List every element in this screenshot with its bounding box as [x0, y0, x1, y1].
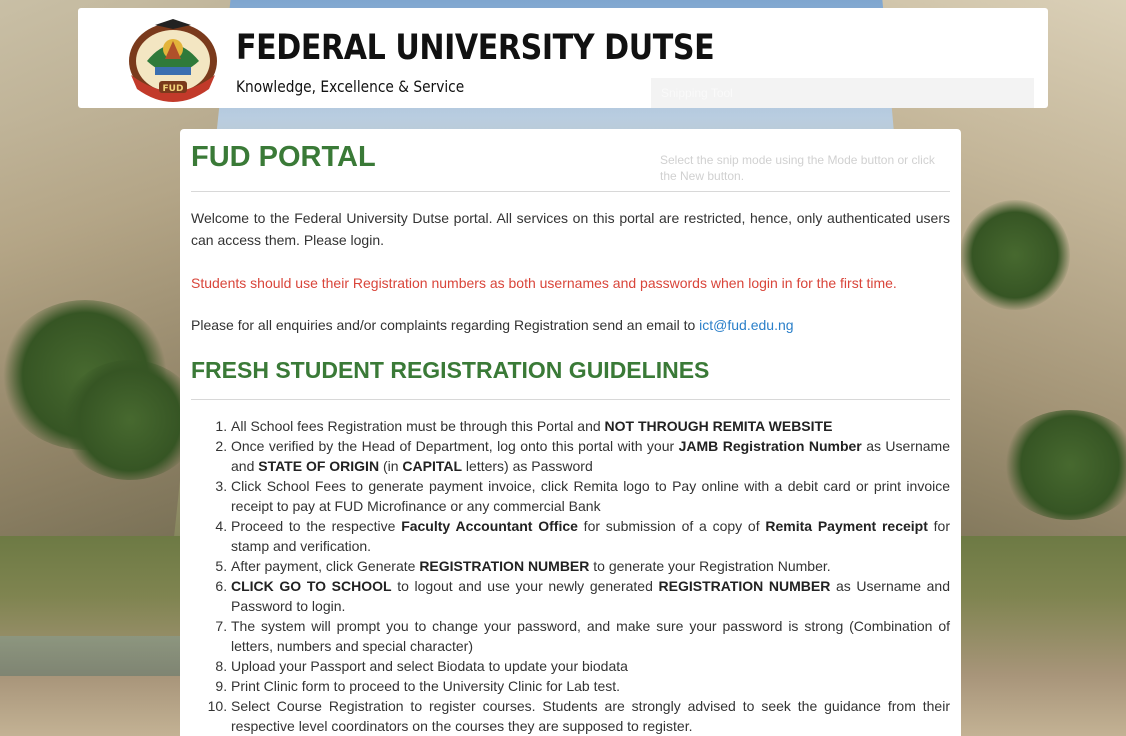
guideline-step-emphasis: JAMB Registration Number [678, 438, 862, 454]
background-water [0, 636, 200, 676]
guideline-step-emphasis: STATE OF ORIGIN [258, 458, 380, 474]
guideline-step-emphasis: REGISTRATION NUMBER [419, 558, 590, 574]
guidelines-list: All School fees Registration must be thr… [191, 416, 950, 736]
guideline-step: Print Clinic form to proceed to the Univ… [231, 676, 950, 696]
welcome-text: Welcome to the Federal University Dutse … [191, 210, 950, 248]
guidelines-divider [191, 399, 950, 400]
ghost-overlay-bar: Snipping Tool [651, 78, 1034, 108]
guideline-step-text: for submission of a copy of [577, 518, 766, 534]
registration-notice: Students should use their Registration n… [191, 275, 897, 291]
guideline-step: Click School Fees to generate payment in… [231, 476, 950, 516]
guideline-step-text: (in [379, 458, 403, 474]
guideline-step-emphasis: CLICK GO TO SCHOOL [231, 578, 392, 594]
site-motto: Knowledge, Excellence & Service [236, 77, 465, 96]
guideline-step: CLICK GO TO SCHOOL to logout and use you… [231, 576, 950, 616]
enquiry-email-link[interactable]: ict@fud.edu.ng [699, 317, 793, 333]
university-crest-icon: FUD [129, 19, 217, 102]
guideline-step: All School fees Registration must be thr… [231, 416, 950, 436]
guideline-step-text: Print Clinic form to proceed to the Univ… [231, 678, 621, 694]
guideline-step: Select Course Registration to register c… [231, 696, 950, 736]
guideline-step-text: Select Course Registration to register c… [231, 698, 950, 734]
guideline-step-emphasis: CAPITAL [402, 458, 463, 474]
page-title: FUD PORTAL [191, 141, 376, 173]
guideline-step-text: The system will prompt you to change you… [231, 618, 950, 654]
title-divider [191, 191, 950, 192]
guideline-step-emphasis: Faculty Accountant Office [401, 518, 578, 534]
guideline-step-text: letters) as Password [462, 458, 593, 474]
guideline-step-text: After payment, click Generate [231, 558, 420, 574]
guideline-step-text: All School fees Registration must be thr… [231, 418, 605, 434]
guidelines-title: FRESH STUDENT REGISTRATION GUIDELINES [191, 357, 710, 383]
logo-fud-text: FUD [163, 84, 184, 94]
guideline-step-emphasis: Remita Payment receipt [765, 518, 928, 534]
guideline-step: Once verified by the Head of Department,… [231, 436, 950, 476]
background-palm [60, 360, 200, 480]
site-title: FEDERAL UNIVERSITY DUTSE [236, 28, 715, 68]
guideline-step: The system will prompt you to change you… [231, 616, 950, 656]
ghost-overlay-title: Snipping Tool [661, 86, 733, 100]
guideline-step-emphasis: REGISTRATION NUMBER [658, 578, 831, 594]
guideline-step-text: Once verified by the Head of Department,… [231, 438, 679, 454]
background-palm [960, 200, 1070, 310]
guideline-step: Upload your Passport and select Biodata … [231, 656, 950, 676]
guideline-step: Proceed to the respective Faculty Accoun… [231, 516, 950, 556]
guideline-step-text: Click School Fees to generate payment in… [231, 478, 950, 514]
university-logo[interactable]: FUD [125, 15, 221, 103]
guideline-step: After payment, click Generate REGISTRATI… [231, 556, 950, 576]
enquiry-text: Please for all enquiries and/or complain… [191, 314, 950, 336]
ghost-overlay-hint: Select the snip mode using the Mode butt… [660, 153, 935, 183]
guideline-step-text: to logout and use your newly generated [391, 578, 659, 594]
guideline-step-emphasis: NOT THROUGH REMITA WEBSITE [604, 418, 833, 434]
guideline-step-text: Proceed to the respective [231, 518, 402, 534]
guideline-step-text: Upload your Passport and select Biodata … [231, 658, 628, 674]
enquiry-prefix: Please for all enquiries and/or complain… [191, 317, 700, 333]
guideline-step-text: to generate your Registration Number. [589, 558, 831, 574]
portal-content-panel: FUD PORTAL Welcome to the Federal Univer… [180, 129, 961, 736]
